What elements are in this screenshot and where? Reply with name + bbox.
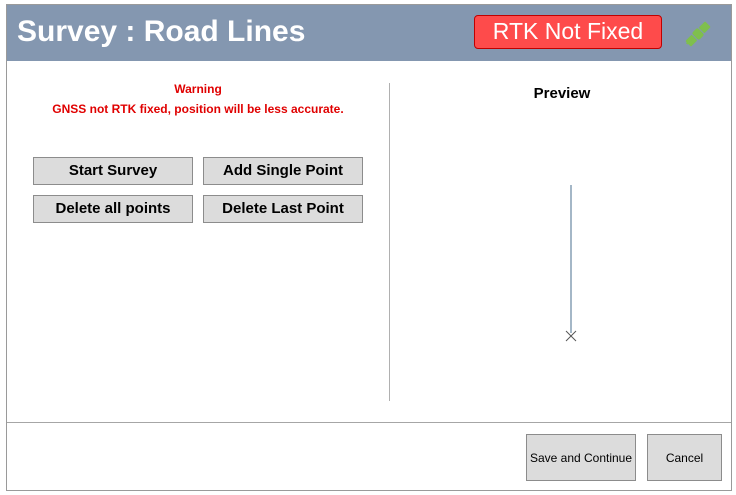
warning-title: Warning: [174, 82, 222, 96]
save-and-continue-button[interactable]: Save and Continue: [526, 434, 636, 481]
add-single-point-button[interactable]: Add Single Point: [203, 157, 363, 185]
page-title: Survey : Road Lines: [17, 15, 306, 48]
delete-all-points-button[interactable]: Delete all points: [33, 195, 193, 223]
rtk-status-badge: RTK Not Fixed: [474, 15, 662, 49]
header-bar: Survey : Road Lines RTK Not Fixed: [7, 5, 731, 61]
survey-window: Survey : Road Lines RTK Not Fixed Warnin…: [6, 4, 732, 491]
footer-divider: [7, 422, 731, 423]
preview-title: Preview: [533, 85, 591, 102]
cancel-button[interactable]: Cancel: [647, 434, 722, 481]
panel-divider: [389, 83, 390, 401]
satellite-icon: [685, 21, 711, 47]
warning-message: GNSS not RTK fixed, position will be les…: [52, 102, 344, 116]
preview-canvas: [565, 185, 577, 342]
start-survey-button[interactable]: Start Survey: [33, 157, 193, 185]
delete-last-point-button[interactable]: Delete Last Point: [203, 195, 363, 223]
